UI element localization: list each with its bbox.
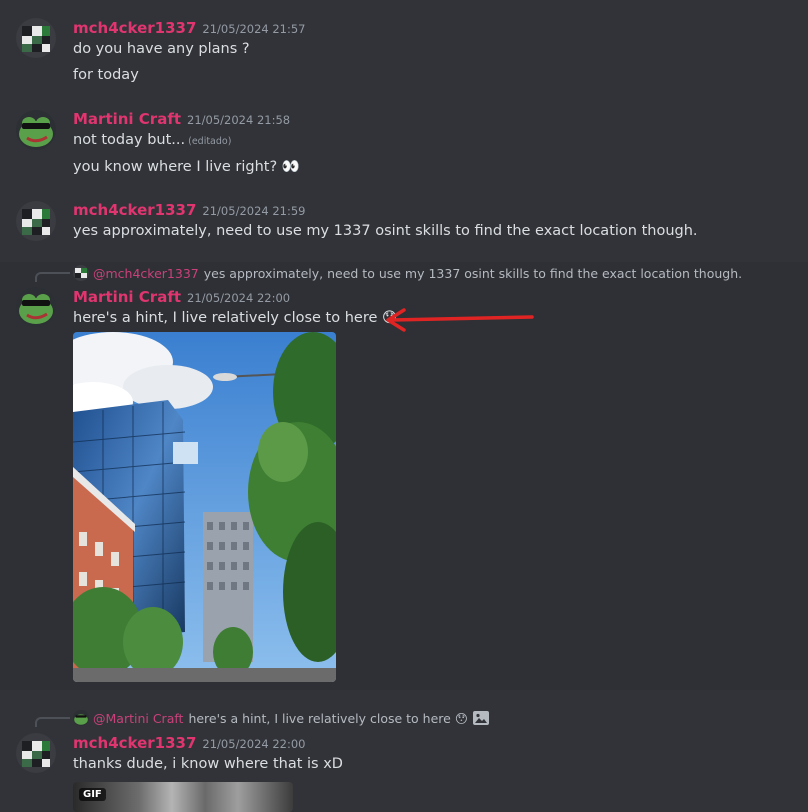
avatar-mch4cker[interactable] — [16, 201, 56, 241]
message-text: for today — [73, 67, 139, 83]
username[interactable]: Martini Craft 21/05/2024 22:00 — [73, 288, 290, 306]
message-text: thanks dude, i know where that is xD — [73, 756, 343, 772]
message-1: mch4cker1337 21/05/2024 21:57 do you have… — [0, 14, 808, 100]
username[interactable]: mch4cker1337 21/05/2024 21:59 — [73, 201, 306, 219]
image-icon — [472, 711, 489, 725]
reply-mention[interactable]: @Martini Craft — [93, 711, 183, 726]
message-text: you know where I live right? 👀 — [73, 159, 300, 175]
reply-preview[interactable]: @mch4cker1337 yes approximately, need to… — [73, 265, 742, 281]
avatar-mch4cker[interactable] — [16, 18, 56, 58]
reply-spine — [35, 272, 70, 282]
timestamp: 21/05/2024 21:59 — [202, 204, 306, 218]
message-2: Martini Craft 21/05/2024 21:58 not today … — [0, 105, 808, 185]
reply-avatar — [73, 265, 89, 281]
timestamp: 21/05/2024 21:58 — [187, 113, 291, 127]
message-text: not today but... — [73, 132, 186, 148]
reply-spine — [35, 717, 70, 727]
username[interactable]: mch4cker1337 21/05/2024 22:00 — [73, 734, 306, 752]
reply-mention[interactable]: @mch4cker1337 — [93, 266, 199, 281]
message-line: not today but... (editado) — [73, 132, 231, 148]
avatar-mch4cker[interactable] — [16, 733, 56, 773]
reply-avatar — [73, 710, 89, 726]
edited-label: (editado) — [188, 136, 232, 147]
timestamp: 21/05/2024 22:00 — [202, 737, 306, 751]
red-arrow-annotation — [386, 308, 534, 332]
avatar-martini-craft[interactable] — [16, 287, 56, 327]
message-text: here's a hint, I live relatively close t… — [73, 310, 398, 326]
message-3: mch4cker1337 21/05/2024 21:59 yes approxi… — [0, 196, 808, 256]
username[interactable]: mch4cker1337 21/05/2024 21:57 — [73, 19, 306, 37]
timestamp: 21/05/2024 21:57 — [202, 22, 306, 36]
gif-attachment[interactable]: GIF — [73, 782, 293, 812]
message-text: yes approximately, need to use my 1337 o… — [73, 223, 698, 239]
username[interactable]: Martini Craft 21/05/2024 21:58 — [73, 110, 290, 128]
reply-text: here's a hint, I live relatively close t… — [188, 710, 468, 726]
avatar-martini-craft[interactable] — [16, 110, 56, 150]
image-attachment[interactable] — [73, 332, 336, 682]
timestamp: 21/05/2024 22:00 — [187, 291, 291, 305]
message-text: do you have any plans ? — [73, 41, 250, 57]
gif-badge: GIF — [79, 788, 106, 801]
reply-text: yes approximately, need to use my 1337 o… — [203, 265, 743, 281]
reply-preview[interactable]: @Martini Craft here's a hint, I live rel… — [73, 710, 489, 726]
